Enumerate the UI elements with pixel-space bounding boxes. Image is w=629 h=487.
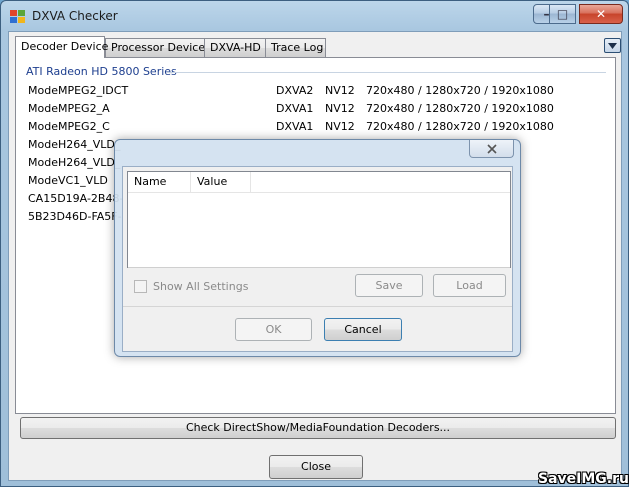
decoder-name: ModeMPEG2_IDCT (28, 84, 129, 97)
close-icon: ✕ (595, 7, 607, 21)
watermark: SaveIMG.ru (538, 471, 629, 487)
main-window: DXVA Checker – □ ✕ Decoder Device Proces… (0, 0, 629, 487)
decoder-api: DXVA1 (276, 120, 314, 133)
decoder-name: ModeVC1_VLD (28, 174, 108, 187)
decoder-name: ModeMPEG2_A (28, 102, 110, 115)
maximize-button[interactable]: □ (549, 4, 576, 24)
app-icon (10, 10, 25, 23)
column-header-value[interactable]: Value (191, 172, 251, 193)
column-header-name[interactable]: Name (128, 172, 191, 193)
load-button[interactable]: Load (433, 274, 506, 297)
close-window-button[interactable]: ✕ (579, 4, 623, 24)
tab-trace-log[interactable]: Trace Log (265, 38, 326, 57)
decoder-format: NV12 (325, 84, 355, 97)
tab-menu-button[interactable] (604, 38, 621, 53)
list-header: Name Value (128, 172, 510, 193)
check-decoders-button[interactable]: Check DirectShow/MediaFoundation Decoder… (20, 417, 616, 439)
show-all-settings-checkbox[interactable]: Show All Settings (134, 280, 248, 293)
dialog-divider (123, 306, 512, 307)
decoder-resolutions: 720x480 / 1280x720 / 1920x1080 (366, 120, 554, 133)
window-title: DXVA Checker (32, 9, 118, 23)
settings-dialog: Name Value Show All Settings Save Load O… (114, 139, 521, 357)
decoder-api: DXVA2 (276, 84, 314, 97)
decoder-format: NV12 (325, 102, 355, 115)
cancel-button[interactable]: Cancel (324, 318, 402, 341)
ok-button[interactable]: OK (235, 318, 312, 341)
decoder-api: DXVA1 (276, 102, 314, 115)
group-divider (166, 72, 606, 73)
tab-decoder-device[interactable]: Decoder Device (15, 36, 108, 58)
close-icon (486, 143, 497, 154)
list-divider (128, 267, 510, 268)
tab-processor-device[interactable]: Processor Device (105, 38, 205, 57)
decoder-resolutions: 720x480 / 1280x720 / 1920x1080 (366, 102, 554, 115)
chevron-down-icon (608, 42, 617, 49)
decoder-name: ModeH264_VLD_ (28, 156, 121, 169)
save-button[interactable]: Save (355, 274, 423, 297)
decoder-resolutions: 720x480 / 1280x720 / 1920x1080 (366, 84, 554, 97)
decoder-name: ModeMPEG2_C (28, 120, 110, 133)
gpu-group-title: ATI Radeon HD 5800 Series (26, 65, 181, 78)
decoder-name: ModeH264_VLD_ (28, 138, 121, 151)
dialog-close-button[interactable] (469, 140, 514, 158)
checkbox-label: Show All Settings (153, 280, 249, 293)
settings-list[interactable]: Name Value (127, 171, 511, 268)
dialog-client-area: Name Value Show All Settings Save Load O… (122, 166, 513, 352)
tab-dxva-hd[interactable]: DXVA-HD (204, 38, 266, 57)
maximize-icon: □ (556, 7, 569, 21)
decoder-format: NV12 (325, 120, 355, 133)
checkbox-box[interactable] (134, 280, 147, 293)
close-button[interactable]: Close (269, 455, 363, 479)
title-bar[interactable]: DXVA Checker – □ ✕ (1, 1, 628, 31)
